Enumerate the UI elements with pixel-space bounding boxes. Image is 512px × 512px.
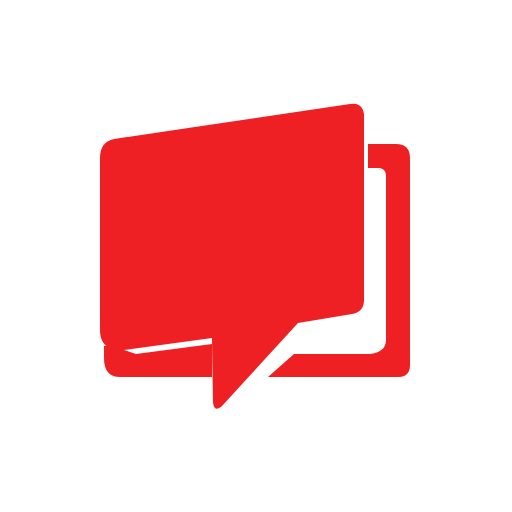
app-icon-canvas bbox=[0, 0, 512, 512]
chat-bubbles-icon bbox=[100, 103, 410, 409]
